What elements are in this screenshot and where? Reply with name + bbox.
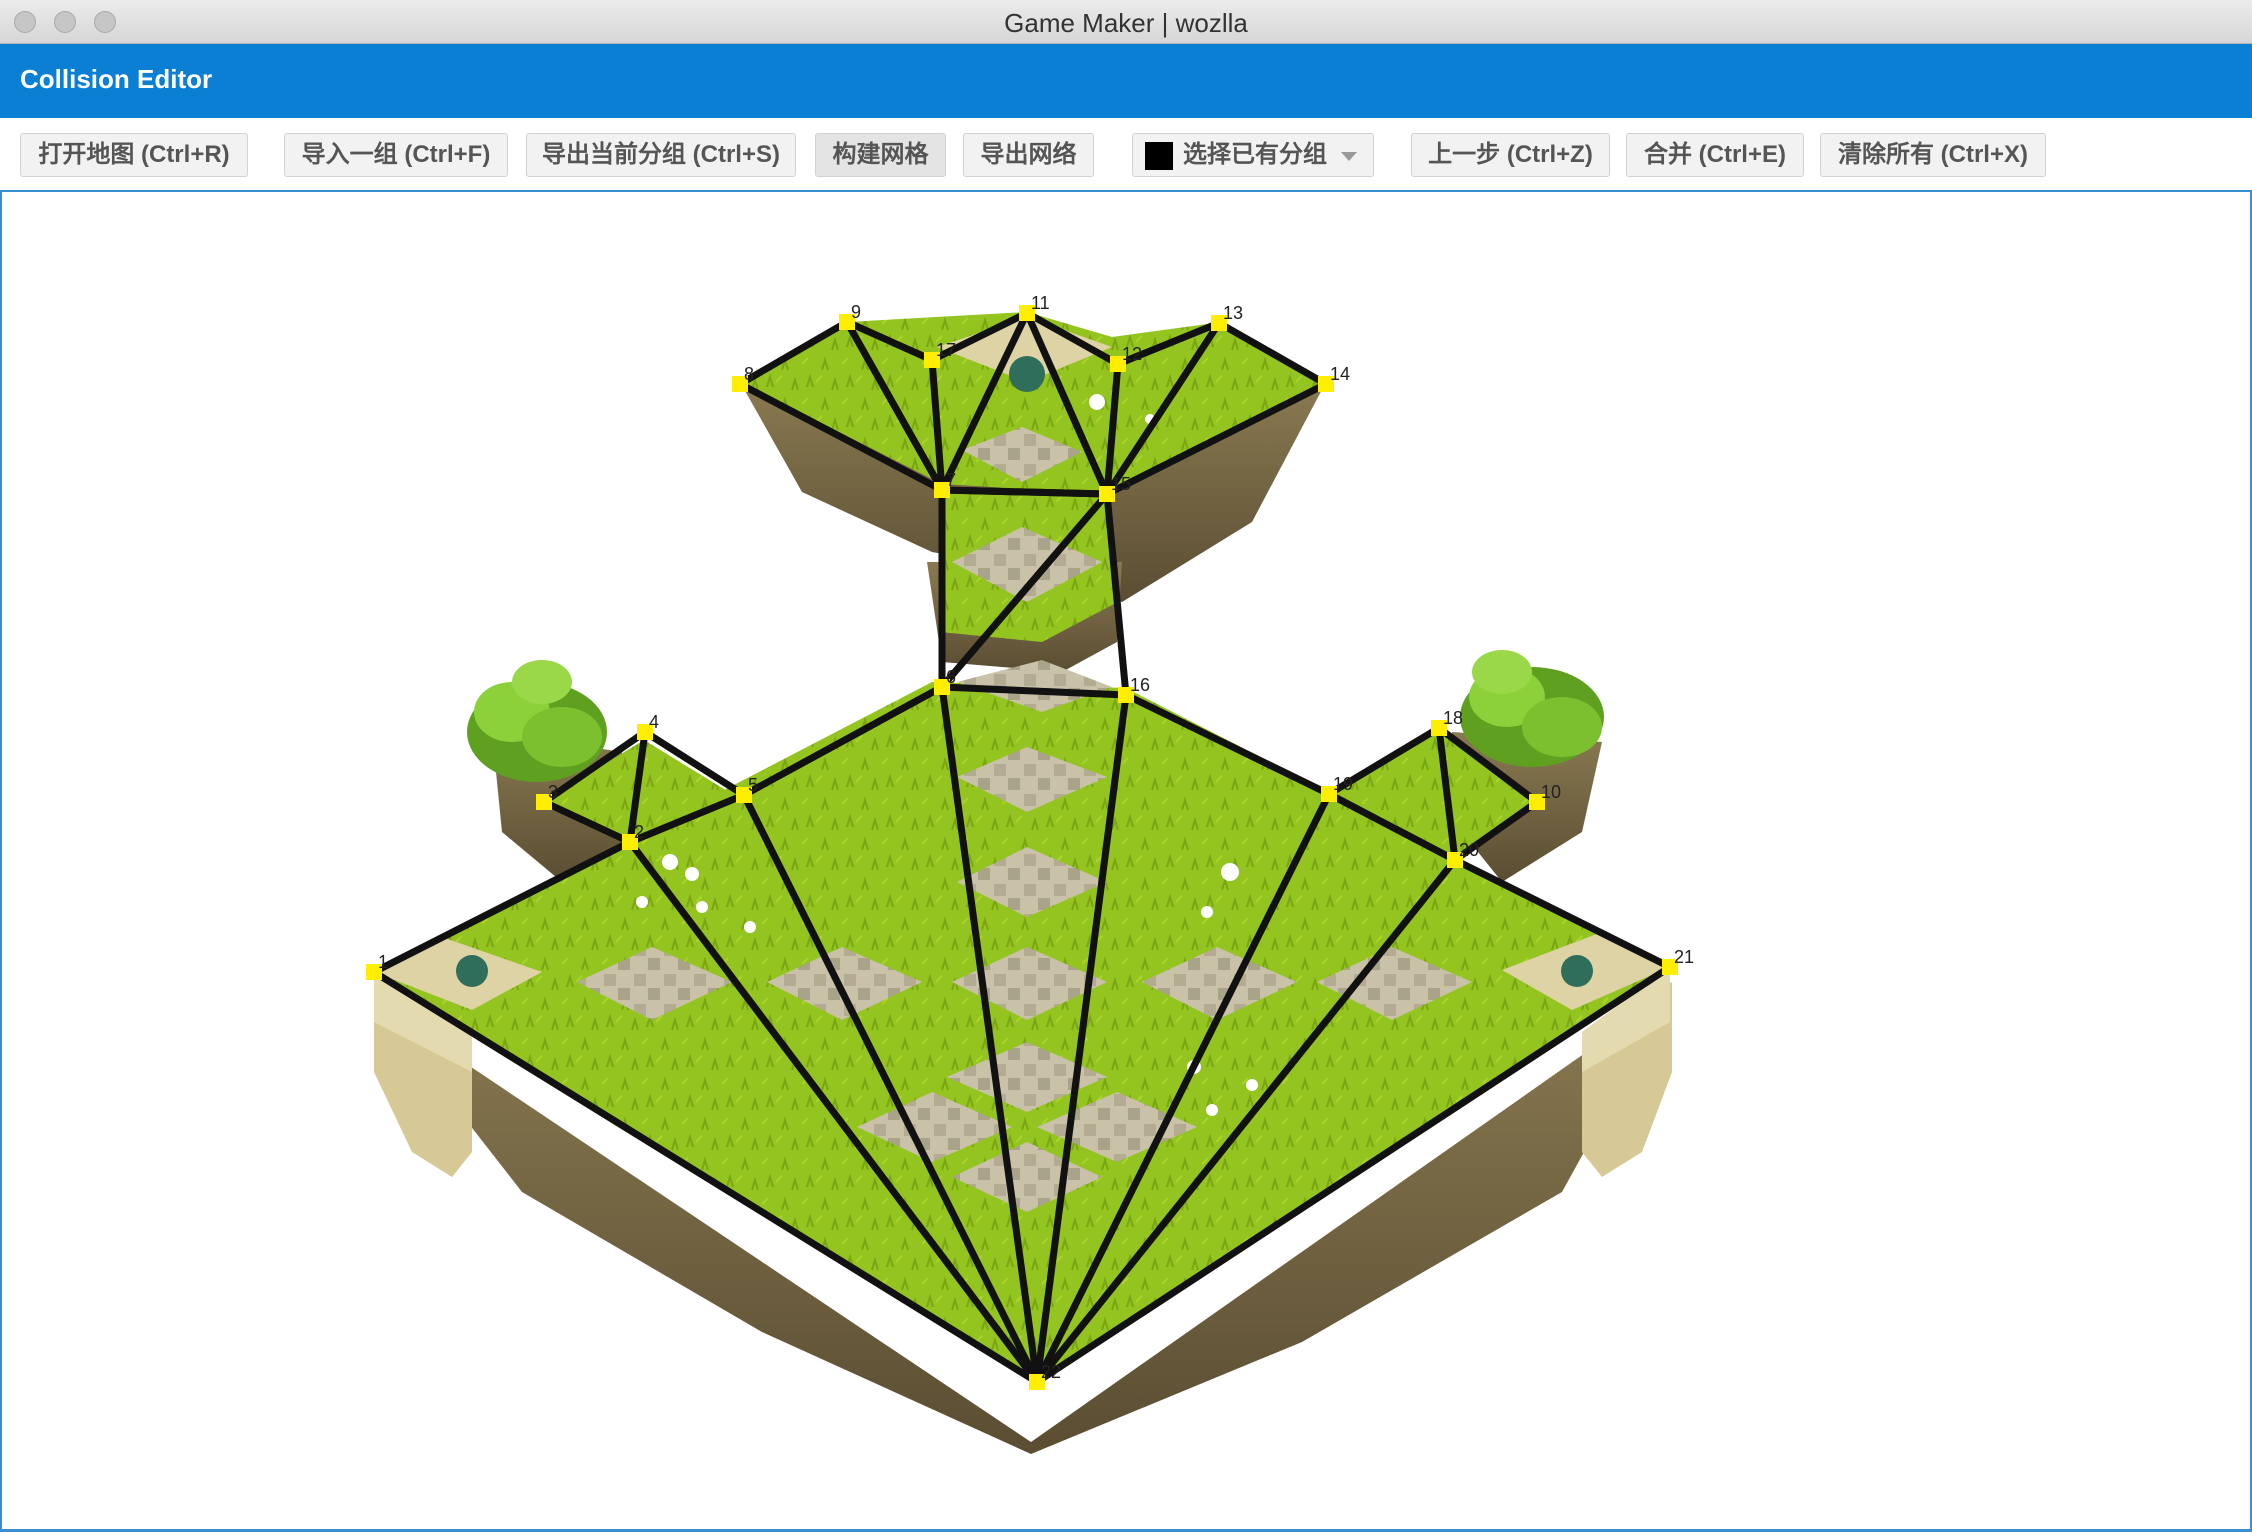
chevron-down-icon [1341,152,1357,161]
vertex-label: 4 [649,712,659,732]
group-select-label: 选择已有分组 [1183,141,1327,168]
vertex-label: 6 [946,667,956,687]
merge-button[interactable]: 合并 (Ctrl+E) [1626,133,1804,177]
mesh-edge [938,486,1111,498]
vertex-label: 1 [378,952,388,972]
open-map-button[interactable]: 打开地图 (Ctrl+R) [20,133,248,177]
build-mesh-button[interactable]: 构建网格 [815,133,946,177]
compass-icon [1009,356,1045,392]
group-color-swatch [1145,142,1173,170]
bush-right [1460,650,1604,767]
vertex-label: 13 [1223,303,1243,323]
undo-button[interactable]: 上一步 (Ctrl+Z) [1411,133,1610,177]
vertex-label: 3 [548,782,558,802]
compass-icon [1561,955,1593,987]
vertex-label: 2 [634,822,644,842]
vertex-label: 11 [1031,293,1050,313]
toolbar: 打开地图 (Ctrl+R) 导入一组 (Ctrl+F) 导出当前分组 (Ctrl… [0,118,2252,192]
vertex-label: 14 [1330,364,1350,384]
app-title: Collision Editor [20,64,213,94]
vertex-label: 21 [1674,947,1694,967]
export-group-button[interactable]: 导出当前分组 (Ctrl+S) [526,133,796,177]
vertex-label: 16 [1130,675,1150,695]
vertex-label: 7 [946,470,956,490]
vertex-label: 5 [748,775,758,795]
window-title: Game Maker | wozlla [1004,8,1248,38]
vertex-label: 20 [1459,840,1479,860]
vertex-label: 12 [1122,344,1142,364]
compass-icon [456,955,488,987]
map-view[interactable]: 12345678910111213141516171819202122 [2,192,2250,1529]
bush-left [467,660,607,782]
import-group-button[interactable]: 导入一组 (Ctrl+F) [284,133,508,177]
vertex-label: 15 [1111,474,1131,494]
mesh-vertex-14[interactable]: 14 [1318,364,1350,392]
vertex-label: 19 [1333,774,1353,794]
window-titlebar: Game Maker | wozlla [0,0,2252,44]
vertex-label: 9 [851,302,861,322]
mesh-vertex-11[interactable]: 11 [1019,293,1050,321]
mesh-vertex-21[interactable]: 21 [1662,947,1694,975]
vertex-label: 8 [744,364,754,384]
vertex-label: 18 [1443,708,1463,728]
vertex-label: 10 [1541,782,1561,802]
map-canvas[interactable]: 1 2 3 4 5 6 7 8 9 10 11 12 13 14 15 16 17 18 19 20 21 22 [0,192,2252,1532]
app-header: Collision Editor [0,44,2252,118]
vertex-label: 17 [936,340,956,360]
export-mesh-button[interactable]: 导出网络 [963,133,1094,177]
group-select[interactable]: 选择已有分组 [1132,133,1374,177]
clear-all-button[interactable]: 清除所有 (Ctrl+X) [1820,133,2046,177]
vertex-label: 22 [1041,1362,1061,1382]
